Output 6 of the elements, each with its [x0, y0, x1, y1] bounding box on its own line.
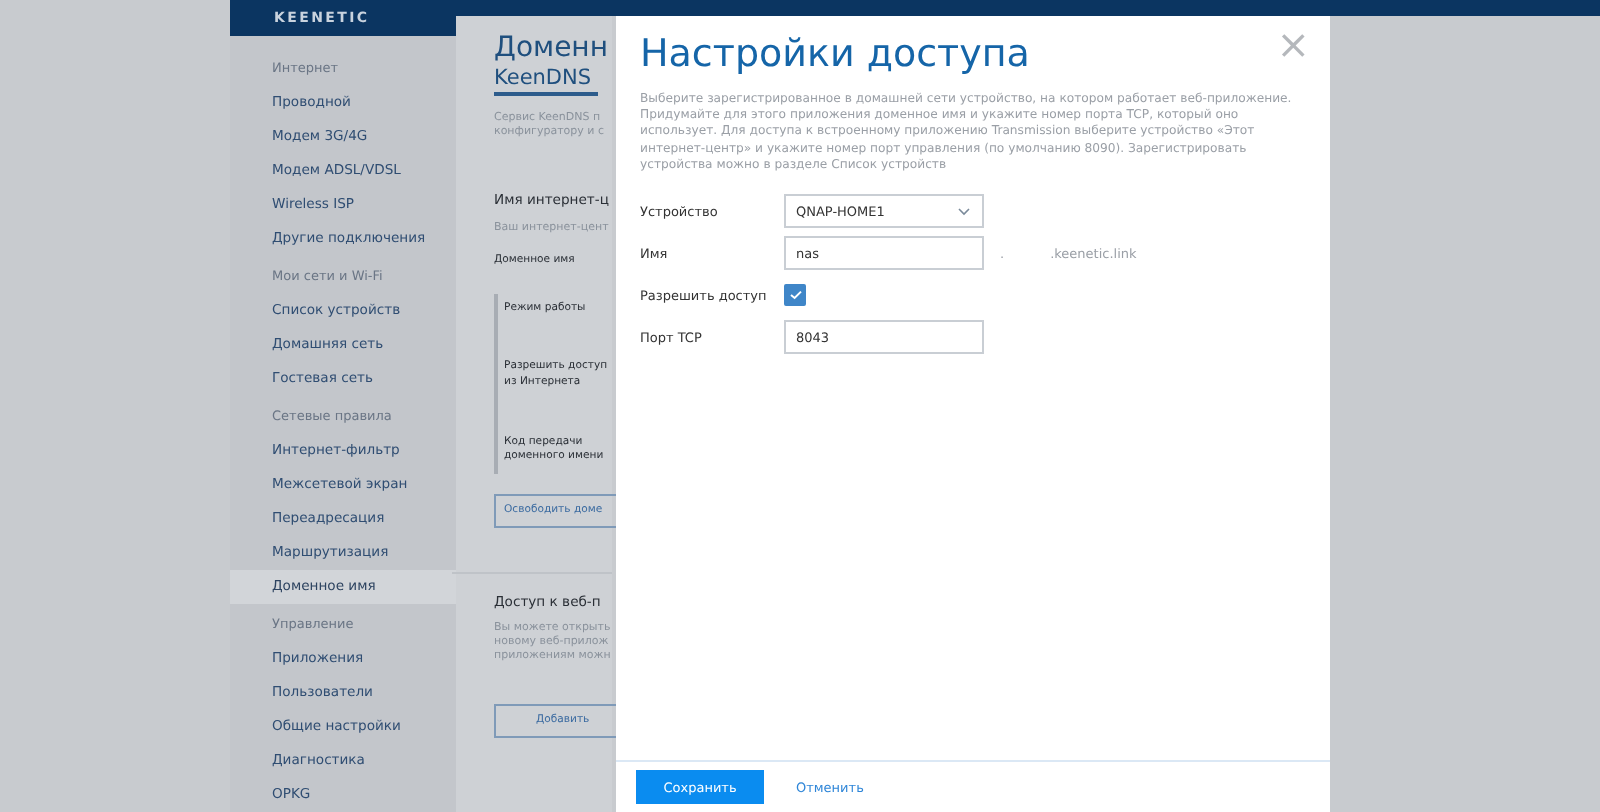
checkmark-icon	[789, 290, 801, 301]
page-title: Доменн	[494, 32, 610, 64]
keendns-tab[interactable]: KeenDNS	[494, 66, 598, 96]
chevron-down-icon	[958, 207, 970, 216]
allow-checkbox[interactable]	[784, 284, 806, 307]
dialog-title: Настройки доступа	[640, 32, 1030, 76]
